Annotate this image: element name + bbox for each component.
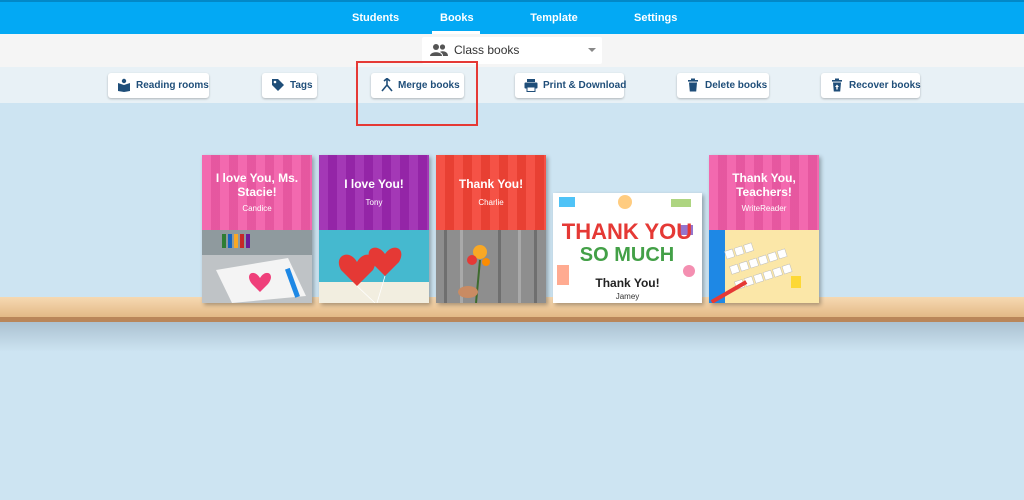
book-cover-photo-flowers-fence — [436, 230, 546, 303]
book-card[interactable]: I love You, Ms. Stacie! Candice — [202, 155, 312, 303]
tab-students[interactable]: Students — [352, 2, 399, 34]
book-author: Candice — [242, 204, 272, 213]
reading-room-icon — [118, 78, 130, 92]
recover-books-button[interactable]: Recover books — [821, 73, 921, 98]
book-cover-photo-heart-balloons — [319, 230, 429, 303]
tab-books[interactable]: Books — [432, 2, 480, 34]
print-download-label: Print & Download — [543, 80, 627, 91]
restore-icon — [832, 78, 842, 92]
book-title: I love You, Ms. Stacie! — [215, 171, 299, 199]
tag-icon — [272, 79, 284, 91]
book-toolbar: Reading rooms Tags Merge books Print & D… — [0, 67, 1024, 103]
book-author: Tony — [365, 198, 383, 207]
book-card[interactable]: THANK YOU SO MUCH Thank You! Jamey — [553, 193, 702, 303]
class-books-select[interactable]: Class books — [422, 37, 602, 64]
tab-settings[interactable]: Settings — [634, 2, 677, 34]
book-author: Jamey — [615, 292, 640, 301]
delete-books-button[interactable]: Delete books — [677, 73, 769, 98]
book-title: Thank You! — [458, 177, 524, 191]
top-navigation: Students Books Template library Settings — [0, 0, 1024, 56]
book-card[interactable]: I love You! Tony — [319, 155, 429, 303]
people-icon — [430, 44, 448, 56]
book-author: Charlie — [478, 198, 504, 207]
tab-template-library[interactable]: Template library — [515, 2, 593, 56]
book-cover-photo-heart-drawing — [202, 230, 312, 303]
recover-books-label: Recover books — [849, 80, 921, 91]
class-select-value: Class books — [454, 43, 520, 57]
book-card[interactable]: Thank You, Teachers! WriteReader — [709, 155, 819, 303]
book-author: WriteReader — [741, 204, 787, 213]
book-title: Thank You! — [595, 276, 660, 290]
merge-books-button[interactable]: Merge books — [371, 73, 464, 98]
trash-icon — [688, 78, 698, 92]
book-cover-photo-letter-tiles — [709, 230, 819, 303]
reading-rooms-label: Reading rooms — [136, 80, 209, 91]
delete-books-label: Delete books — [705, 80, 768, 91]
book-title: Thank You, Teachers! — [732, 171, 796, 199]
book-card[interactable]: Thank You! Charlie — [436, 155, 546, 303]
chevron-down-icon — [588, 48, 596, 52]
reading-rooms-button[interactable]: Reading rooms — [108, 73, 209, 98]
tags-label: Tags — [290, 80, 313, 91]
merge-icon — [381, 78, 393, 92]
printer-icon — [524, 79, 538, 92]
tags-button[interactable]: Tags — [262, 73, 317, 98]
bookshelf-shadow — [0, 322, 1024, 352]
book-title: I love You! — [344, 177, 404, 191]
book-cover-header — [436, 155, 546, 230]
selector-bar: Class books — [0, 34, 1024, 67]
merge-books-label: Merge books — [398, 80, 460, 91]
print-download-button[interactable]: Print & Download — [515, 73, 627, 98]
book-cover-header — [319, 155, 429, 230]
svg-text:THANK YOU: THANK YOU — [562, 219, 692, 244]
svg-text:SO MUCH: SO MUCH — [580, 244, 674, 266]
